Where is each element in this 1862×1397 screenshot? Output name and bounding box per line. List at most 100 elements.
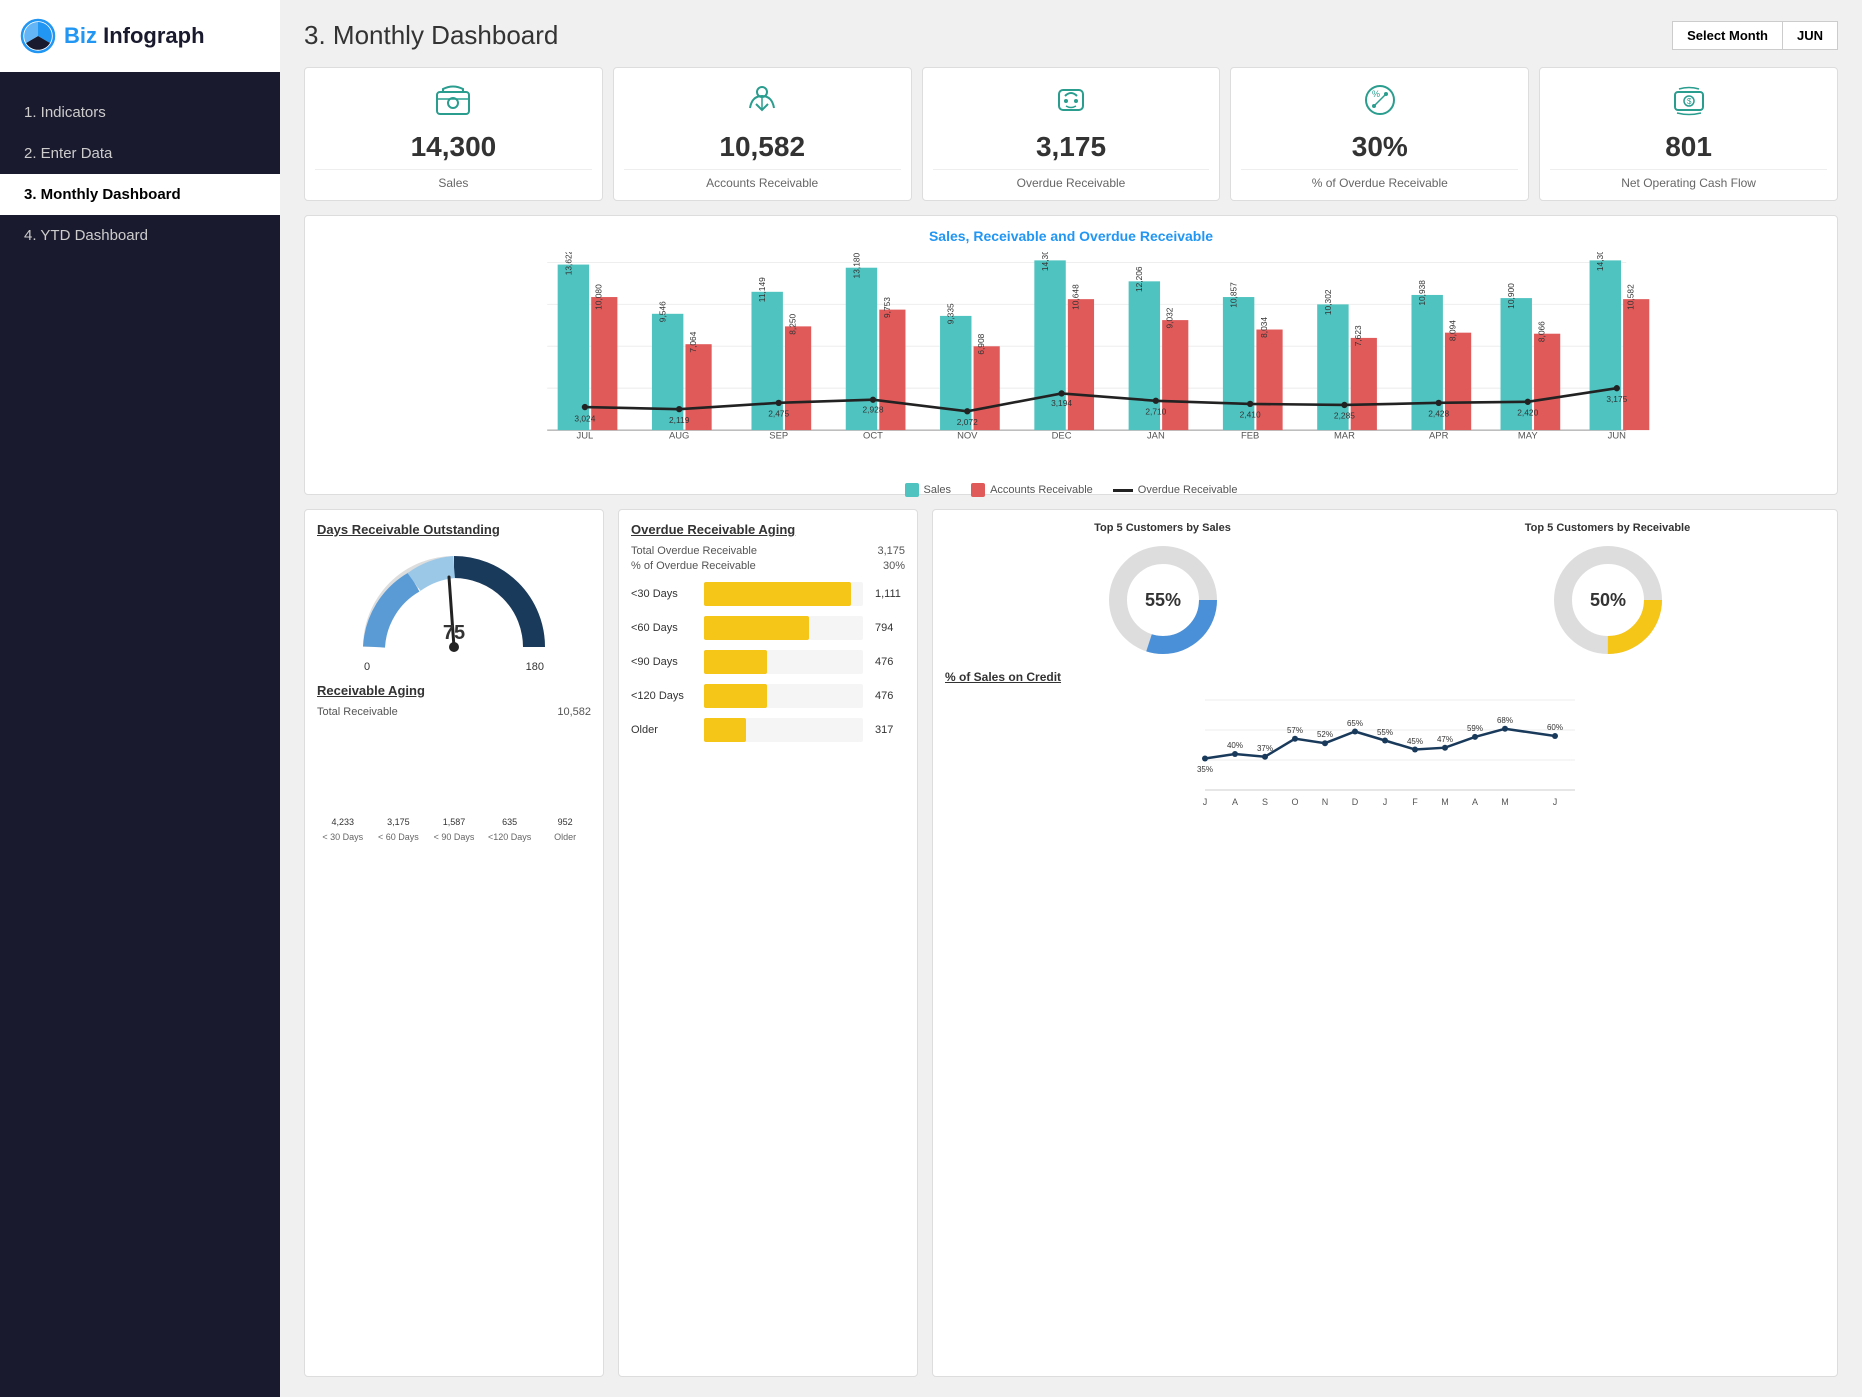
svg-text:57%: 57% bbox=[1287, 726, 1303, 735]
month-selector[interactable]: Select Month JUN bbox=[1672, 21, 1838, 50]
svg-text:75: 75 bbox=[443, 622, 465, 644]
svg-text:14,300: 14,300 bbox=[1595, 252, 1605, 271]
svg-text:F: F bbox=[1412, 797, 1418, 807]
h-bar-row-60: <60 Days 794 bbox=[631, 616, 905, 640]
svg-text:MAY: MAY bbox=[1518, 429, 1538, 440]
donut-receivable: Top 5 Customers by Receivable 50% bbox=[1390, 522, 1825, 660]
chart-legend: Sales Accounts Receivable Overdue Receiv… bbox=[321, 483, 1821, 497]
svg-text:37%: 37% bbox=[1257, 744, 1273, 753]
overdue-receivable-icon bbox=[1051, 82, 1091, 125]
svg-text:FEB: FEB bbox=[1241, 429, 1259, 440]
sidebar-item-indicators[interactable]: 1. Indicators bbox=[0, 92, 280, 133]
aging-bar-90: 1,587 < 90 Days bbox=[428, 817, 480, 842]
svg-text:2,119: 2,119 bbox=[669, 415, 690, 425]
dro-panel: Days Receivable Outstanding 75 bbox=[304, 509, 604, 1377]
legend-sales-label: Sales bbox=[924, 484, 952, 496]
svg-text:8,094: 8,094 bbox=[1447, 320, 1457, 341]
kpi-overdue-receivable: 3,175 Overdue Receivable bbox=[922, 67, 1221, 201]
svg-text:8,034: 8,034 bbox=[1259, 317, 1269, 338]
main-chart-area: Sales, Receivable and Overdue Receivable… bbox=[304, 215, 1838, 495]
kpi-ar-value: 10,582 bbox=[719, 131, 805, 163]
h-bar-row-120: <120 Days 476 bbox=[631, 684, 905, 708]
svg-text:2,420: 2,420 bbox=[1517, 407, 1538, 417]
logo-text: Biz Infograph bbox=[64, 23, 205, 49]
legend-receivable-box bbox=[971, 483, 985, 497]
month-value[interactable]: JUN bbox=[1782, 21, 1838, 50]
svg-text:52%: 52% bbox=[1317, 730, 1333, 739]
total-receivable-value: 10,582 bbox=[557, 706, 591, 718]
svg-text:10,080: 10,080 bbox=[594, 284, 604, 310]
svg-text:9,753: 9,753 bbox=[882, 297, 892, 318]
kpi-pct-value: 30% bbox=[1352, 131, 1408, 163]
sidebar-item-enter-data[interactable]: 2. Enter Data bbox=[0, 133, 280, 174]
sidebar: Biz Infograph 1. Indicators 2. Enter Dat… bbox=[0, 0, 280, 1397]
kpi-or-value: 3,175 bbox=[1036, 131, 1106, 163]
svg-text:J: J bbox=[1203, 797, 1208, 807]
kpi-accounts-receivable: 10,582 Accounts Receivable bbox=[613, 67, 912, 201]
kpi-pct-label: % of Overdue Receivable bbox=[1241, 169, 1518, 190]
donuts-row: Top 5 Customers by Sales 55% Top 5 Custo… bbox=[945, 522, 1825, 660]
pct-overdue-icon: % bbox=[1360, 82, 1400, 125]
credit-chart: % of Sales on Credit 35% 40% 37% bbox=[945, 670, 1825, 1364]
accounts-receivable-icon bbox=[742, 82, 782, 125]
svg-text:6,908: 6,908 bbox=[976, 333, 986, 354]
legend-overdue: Overdue Receivable bbox=[1113, 483, 1238, 497]
aging-bars-container: 4,233 < 30 Days 3,175 < 60 Days 1,587 < … bbox=[317, 722, 591, 842]
svg-text:M: M bbox=[1441, 797, 1449, 807]
svg-text:JUN: JUN bbox=[1608, 429, 1626, 440]
aging-bar-60: 3,175 < 60 Days bbox=[373, 817, 425, 842]
logo-area: Biz Infograph bbox=[0, 0, 280, 72]
kpi-net-cash: $ 801 Net Operating Cash Flow bbox=[1539, 67, 1838, 201]
page-title: 3. Monthly Dashboard bbox=[304, 20, 558, 51]
svg-text:3,024: 3,024 bbox=[574, 414, 595, 424]
svg-text:M: M bbox=[1501, 797, 1509, 807]
svg-text:68%: 68% bbox=[1497, 716, 1513, 725]
h-bar-row-30: <30 Days 1,111 bbox=[631, 582, 905, 606]
sales-icon bbox=[433, 82, 473, 125]
credit-chart-svg: 35% 40% 37% 57% 52% 65% 55% 45% 47% 59% … bbox=[945, 690, 1825, 820]
h-bar-row-older: Older 317 bbox=[631, 718, 905, 742]
svg-text:40%: 40% bbox=[1227, 741, 1243, 750]
svg-text:55%: 55% bbox=[1144, 590, 1180, 610]
donut-receivable-svg: 50% bbox=[1548, 540, 1668, 660]
svg-text:47%: 47% bbox=[1437, 735, 1453, 744]
aging-total-label: Total Overdue Receivable bbox=[631, 545, 757, 557]
legend-overdue-line bbox=[1113, 489, 1133, 492]
svg-text:$: $ bbox=[1687, 97, 1692, 106]
svg-text:9,546: 9,546 bbox=[658, 301, 668, 322]
legend-overdue-label: Overdue Receivable bbox=[1138, 484, 1238, 496]
header: 3. Monthly Dashboard Select Month JUN bbox=[304, 20, 1838, 51]
aging-bar-30: 4,233 < 30 Days bbox=[317, 817, 369, 842]
main-chart-svg: 13,622 10,080 JUL 9,546 7,064 AUG 11,149… bbox=[321, 252, 1821, 472]
kpi-row: 14,300 Sales 10,582 Accounts Receivable bbox=[304, 67, 1838, 201]
kpi-or-label: Overdue Receivable bbox=[933, 169, 1210, 190]
svg-text:2,475: 2,475 bbox=[768, 408, 789, 418]
svg-text:8,250: 8,250 bbox=[787, 313, 797, 334]
svg-text:9,335: 9,335 bbox=[946, 303, 956, 324]
sidebar-item-monthly-dashboard[interactable]: 3. Monthly Dashboard bbox=[0, 174, 280, 215]
chart-title: Sales, Receivable and Overdue Receivable bbox=[321, 228, 1821, 244]
svg-text:APR: APR bbox=[1429, 429, 1449, 440]
gauge-svg: 75 bbox=[359, 547, 549, 657]
svg-text:2,410: 2,410 bbox=[1240, 410, 1261, 420]
svg-text:J: J bbox=[1383, 797, 1388, 807]
svg-text:JAN: JAN bbox=[1147, 429, 1165, 440]
svg-text:J: J bbox=[1553, 797, 1558, 807]
svg-text:8,066: 8,066 bbox=[1537, 321, 1547, 342]
main-content: 3. Monthly Dashboard Select Month JUN 14… bbox=[280, 0, 1862, 1397]
sidebar-item-ytd-dashboard[interactable]: 4. YTD Dashboard bbox=[0, 215, 280, 256]
svg-text:MAR: MAR bbox=[1334, 429, 1355, 440]
credit-title: % of Sales on Credit bbox=[945, 670, 1825, 684]
svg-text:2,285: 2,285 bbox=[1334, 411, 1355, 421]
svg-text:13,622: 13,622 bbox=[563, 252, 573, 275]
svg-text:O: O bbox=[1291, 797, 1298, 807]
svg-text:2,928: 2,928 bbox=[863, 404, 884, 414]
aging-bar-120: 635 <120 Days bbox=[484, 817, 536, 842]
select-month-label: Select Month bbox=[1672, 21, 1782, 50]
svg-text:SEP: SEP bbox=[769, 429, 788, 440]
svg-text:2,710: 2,710 bbox=[1145, 406, 1166, 416]
aging-title: Receivable Aging bbox=[317, 683, 591, 698]
svg-text:35%: 35% bbox=[1197, 765, 1213, 774]
bottom-row: Days Receivable Outstanding 75 bbox=[304, 509, 1838, 1377]
svg-text:JUL: JUL bbox=[577, 429, 594, 440]
